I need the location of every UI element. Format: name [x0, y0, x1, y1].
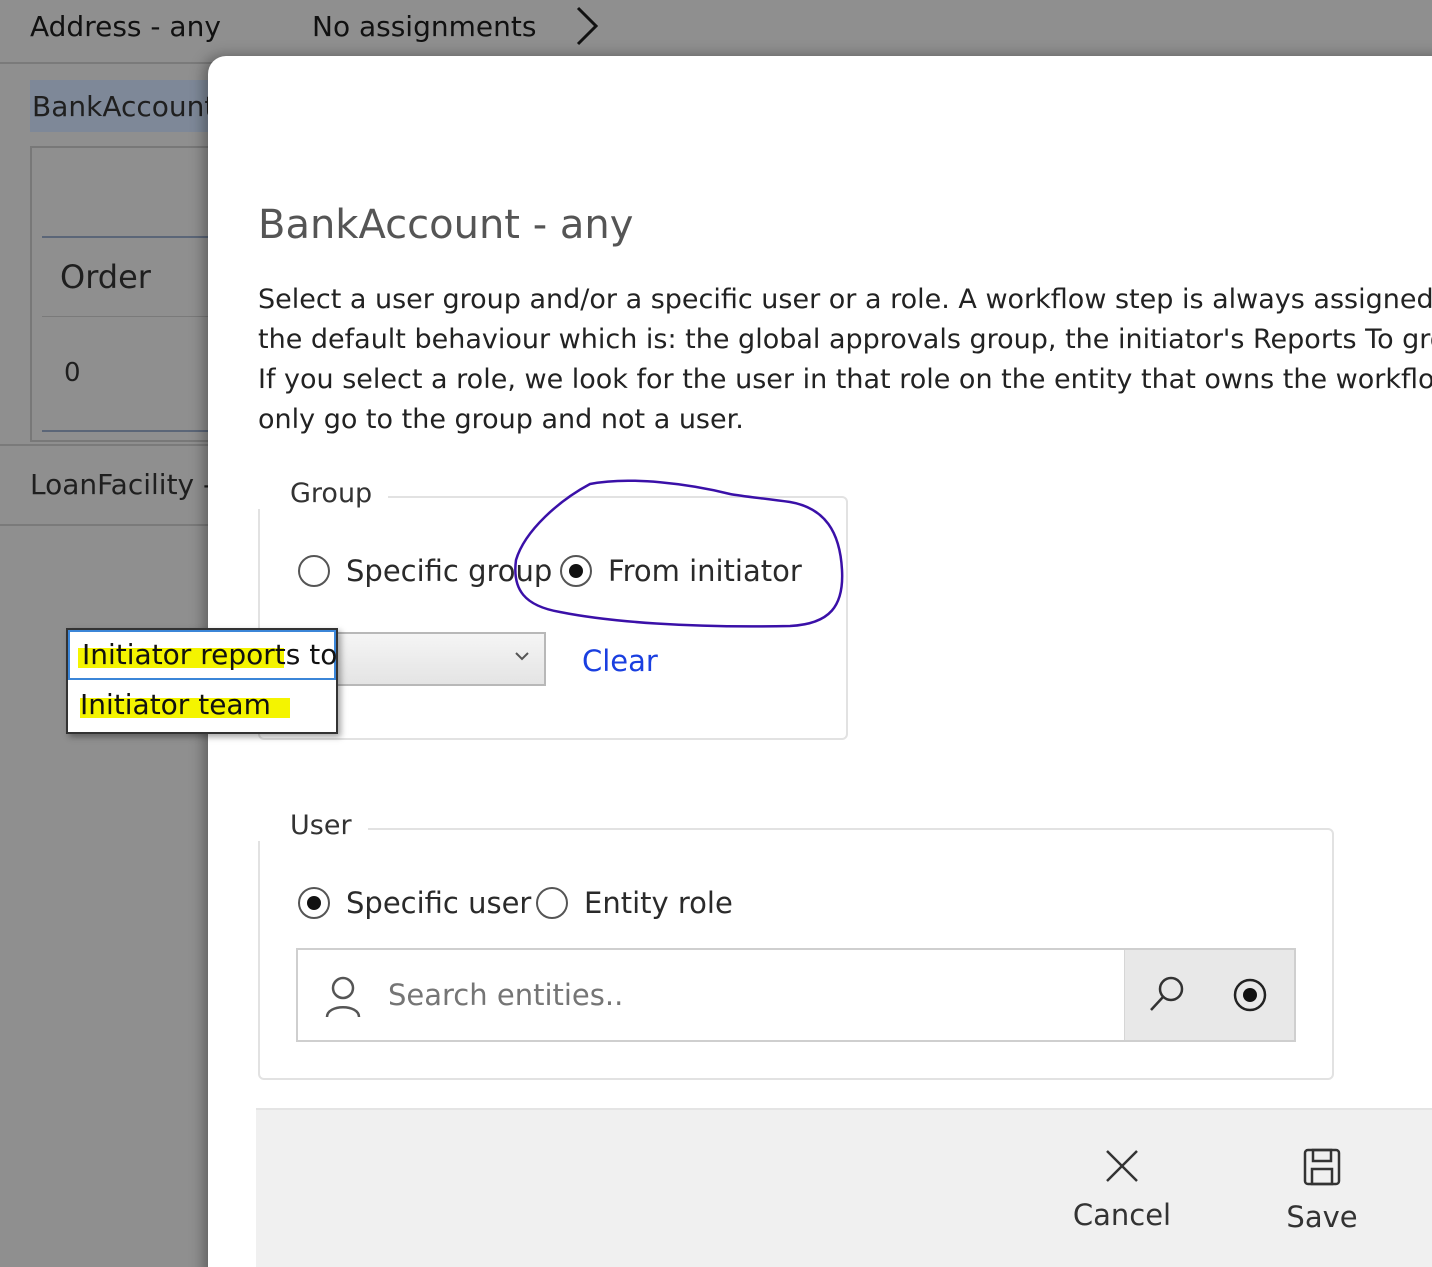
user-legend: User — [258, 810, 368, 841]
divider — [0, 524, 220, 526]
divider — [42, 430, 228, 432]
radio-selected-icon — [298, 887, 330, 919]
save-icon — [1303, 1148, 1341, 1186]
option-label: Initiator reports to — [82, 638, 338, 671]
option-label: Initiator team — [80, 688, 271, 721]
option-initiator-team[interactable]: Initiator team — [68, 682, 336, 732]
chevron-down-icon — [515, 652, 529, 661]
save-button[interactable]: Save — [1262, 1148, 1382, 1234]
radio-selected-icon — [560, 555, 592, 587]
description-line: the default behaviour which is: the glob… — [258, 324, 1432, 355]
radio-label: From initiator — [608, 554, 802, 588]
cancel-button[interactable]: Cancel — [1062, 1148, 1182, 1232]
description-line: Select a user group and/or a specific us… — [258, 284, 1432, 315]
option-initiator-reports-to[interactable]: Initiator reports to — [68, 630, 338, 680]
radio-specific-group[interactable]: Specific group — [298, 554, 552, 588]
description-line: only go to the group and not a user. — [258, 404, 744, 435]
chevron-right-icon[interactable] — [572, 4, 602, 48]
radio-label: Specific group — [346, 554, 553, 588]
search-tools — [1124, 950, 1294, 1040]
radio-circle-icon — [536, 887, 568, 919]
loanfacility-row-title[interactable]: LoanFacility - — [30, 468, 213, 501]
radio-target-icon[interactable] — [1233, 978, 1267, 1012]
search-input[interactable] — [388, 978, 1088, 1012]
search-icon[interactable] — [1147, 974, 1187, 1014]
radio-label: Entity role — [584, 886, 733, 920]
user-icon — [325, 976, 361, 1018]
save-label: Save — [1286, 1200, 1358, 1234]
divider — [42, 316, 228, 317]
radio-circle-icon — [298, 555, 330, 587]
divider — [0, 444, 220, 446]
close-icon — [1106, 1150, 1138, 1182]
table-cell: 0 — [64, 358, 81, 388]
group-legend: Group — [258, 478, 389, 509]
group-fieldset: Group Specific group From initiator Clea… — [258, 478, 848, 740]
entity-search-box — [296, 948, 1296, 1042]
description-line: If you select a role, we look for the us… — [258, 364, 1432, 395]
cancel-label: Cancel — [1072, 1198, 1172, 1232]
radio-from-initiator[interactable]: From initiator — [560, 554, 802, 588]
row-title: Address - any — [30, 10, 221, 43]
radio-specific-user[interactable]: Specific user — [298, 886, 531, 920]
assignment-dialog: BankAccount - any Select a user group an… — [208, 56, 1432, 1267]
radio-label: Specific user — [346, 886, 532, 920]
bankaccount-row-title[interactable]: BankAccount — [30, 80, 220, 132]
table-header-order: Order — [60, 258, 151, 296]
divider — [42, 236, 228, 238]
clear-link[interactable]: Clear — [582, 644, 658, 678]
radio-entity-role[interactable]: Entity role — [536, 886, 733, 920]
user-fieldset: User Specific user Entity role — [258, 810, 1334, 1080]
background-table: Order 0 — [30, 146, 230, 442]
dialog-footer: Cancel Save — [256, 1108, 1432, 1267]
dialog-title: BankAccount - any — [258, 202, 634, 248]
row-assignments: No assignments — [312, 10, 537, 43]
initiator-dropdown-list: Initiator reports to Initiator team — [66, 628, 338, 734]
dialog-description: Select a user group and/or a specific us… — [258, 280, 1432, 440]
address-row[interactable]: Address - any No assignments — [0, 0, 1432, 64]
